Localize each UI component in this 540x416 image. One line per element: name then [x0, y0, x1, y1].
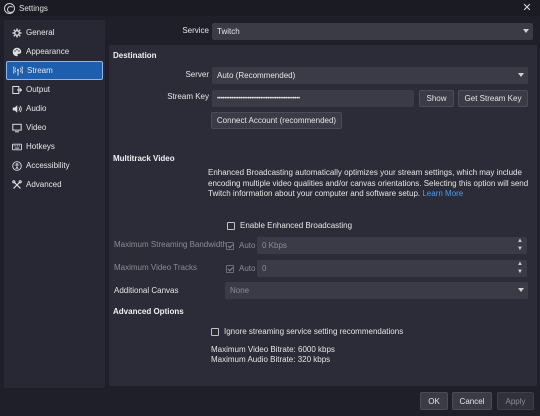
advanced-options-panel: Advanced Options Ignore streaming servic… [109, 302, 537, 386]
sidebar-item-general[interactable]: General [6, 23, 103, 42]
stream-settings-content: Service Twitch Destination Server Auto (… [109, 18, 537, 390]
bandwidth-auto-checkbox[interactable] [226, 241, 234, 250]
chevron-up-icon[interactable]: ▲ [516, 238, 524, 245]
service-select-value: Twitch [217, 27, 240, 36]
stream-key-input[interactable]: ••••••••••••••••••••••••••••••••••••••••… [212, 90, 414, 107]
palette-icon [11, 46, 22, 57]
additional-canvas-label: Additional Canvas [114, 286, 179, 295]
wrench-icon [11, 179, 22, 190]
monitor-icon [11, 122, 22, 133]
accessibility-icon [11, 160, 22, 171]
max-video-bitrate-text: Maximum Video Bitrate: 6000 kbps [211, 345, 335, 354]
checkbox-label: Ignore streaming service setting recomme… [224, 327, 404, 336]
sidebar-item-label: Video [26, 123, 47, 132]
sidebar-item-label: Audio [26, 104, 47, 113]
additional-canvas-select[interactable]: None [225, 282, 528, 299]
service-select[interactable]: Twitch [212, 23, 533, 40]
speaker-icon [11, 103, 22, 114]
tracks-auto-checkbox[interactable] [226, 264, 234, 273]
sidebar-item-label: Stream [27, 66, 53, 75]
checkbox-label: Auto [239, 241, 256, 250]
obs-logo-icon [4, 2, 15, 14]
multitrack-video-panel: Multitrack Video Enhanced Broadcasting a… [109, 148, 537, 306]
ignore-recommendations-row[interactable]: Ignore streaming service setting recomme… [211, 327, 403, 336]
max-audio-bitrate-text: Maximum Audio Bitrate: 320 kbps [211, 355, 331, 364]
sidebar-item-label: Appearance [26, 47, 70, 56]
sidebar-item-stream[interactable]: Stream [6, 61, 103, 80]
close-icon[interactable]: ✕ [521, 1, 533, 14]
multitrack-title: Multitrack Video [113, 154, 175, 163]
destination-panel: Destination Server Auto (Recommended) St… [109, 45, 537, 159]
chevron-down-icon[interactable]: ▼ [516, 246, 524, 253]
apply-button[interactable]: Apply [497, 392, 534, 410]
cancel-button[interactable]: Cancel [452, 392, 492, 410]
learn-more-link[interactable]: Learn More [422, 189, 463, 198]
video-tracks-value: 0 [262, 264, 267, 273]
get-stream-key-button[interactable]: Get Stream Key [458, 90, 528, 107]
enable-enhanced-broadcasting-row[interactable]: Enable Enhanced Broadcasting [227, 221, 352, 230]
gear-icon [11, 27, 22, 38]
sidebar-item-label: Accessibility [26, 161, 70, 170]
chevron-down-icon [518, 73, 524, 77]
connect-account-button[interactable]: Connect Account (recommended) [211, 112, 342, 129]
keyboard-icon [11, 141, 22, 152]
window-title: Settings [19, 3, 48, 13]
antenna-icon [12, 65, 23, 76]
server-label: Server [185, 70, 209, 79]
checkbox-label: Auto [239, 264, 256, 273]
tracks-auto-row[interactable]: Auto [226, 264, 255, 273]
sidebar-item-label: General [26, 28, 55, 37]
chevron-up-icon[interactable]: ▲ [516, 261, 524, 268]
show-stream-key-button[interactable]: Show [419, 90, 454, 107]
server-select-value: Auto (Recommended) [217, 71, 296, 80]
bandwidth-auto-row[interactable]: Auto [226, 241, 255, 250]
ok-button[interactable]: OK [420, 392, 448, 410]
bandwidth-value: 0 Kbps [262, 241, 287, 250]
server-select[interactable]: Auto (Recommended) [212, 67, 528, 84]
video-tracks-input[interactable]: 0 ▲ ▼ [257, 260, 527, 277]
max-bandwidth-label: Maximum Streaming Bandwidth [114, 240, 227, 249]
chevron-down-icon[interactable]: ▼ [516, 269, 524, 276]
sidebar-item-video[interactable]: Video [6, 118, 103, 137]
output-icon [11, 84, 22, 95]
sidebar-item-advanced[interactable]: Advanced [6, 175, 103, 194]
sidebar-item-audio[interactable]: Audio [6, 99, 103, 118]
sidebar-item-label: Advanced [26, 180, 62, 189]
sidebar-item-appearance[interactable]: Appearance [6, 42, 103, 61]
chevron-down-icon [523, 29, 529, 33]
sidebar-item-label: Output [26, 85, 51, 94]
max-video-tracks-label: Maximum Video Tracks [114, 263, 197, 272]
enhanced-broadcasting-description: Enhanced Broadcasting automatically opti… [208, 168, 529, 198]
checkbox-label: Enable Enhanced Broadcasting [240, 221, 353, 230]
stream-key-label: Stream Key [167, 92, 209, 101]
destination-title: Destination [113, 51, 157, 60]
title-bar: Settings ✕ [0, 0, 540, 16]
settings-sidebar: General Appearance Stream Output Audio V… [4, 20, 105, 388]
advanced-options-title: Advanced Options [113, 307, 184, 316]
ignore-recommendations-checkbox[interactable] [211, 327, 219, 336]
sidebar-item-label: Hotkeys [26, 142, 55, 151]
sidebar-item-hotkeys[interactable]: Hotkeys [6, 137, 103, 156]
bandwidth-input[interactable]: 0 Kbps ▲ ▼ [257, 237, 527, 254]
service-label: Service [182, 26, 209, 35]
enable-enhanced-broadcasting-checkbox[interactable] [227, 221, 235, 230]
additional-canvas-value: None [230, 286, 250, 295]
sidebar-item-output[interactable]: Output [6, 80, 103, 99]
sidebar-item-accessibility[interactable]: Accessibility [6, 156, 103, 175]
chevron-down-icon [518, 288, 524, 292]
